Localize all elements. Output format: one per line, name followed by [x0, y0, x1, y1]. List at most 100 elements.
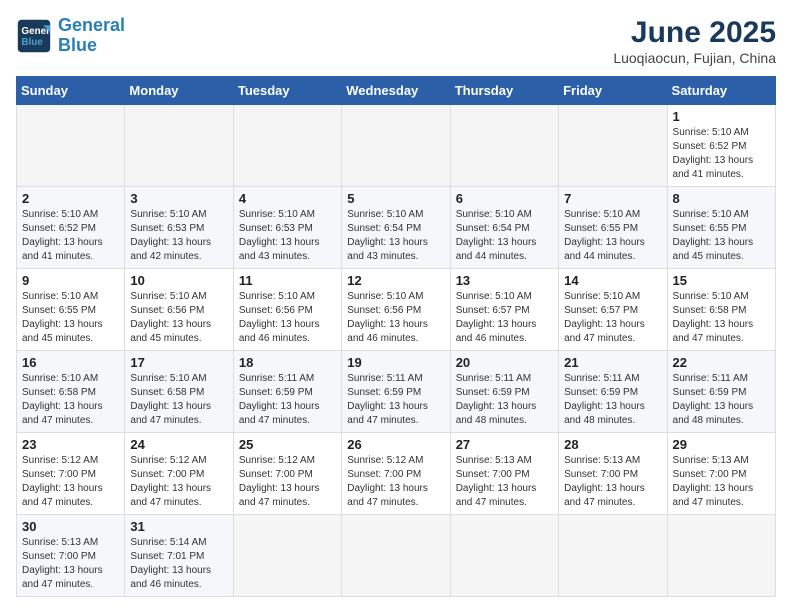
day-number: 19	[347, 355, 444, 370]
cell-content: Sunrise: 5:11 AMSunset: 6:59 PMDaylight:…	[673, 372, 770, 428]
day-header-friday: Friday	[559, 77, 667, 105]
calendar-cell: 14 Sunrise: 5:10 AMSunset: 6:57 PMDayligh…	[559, 269, 667, 351]
cell-content: Sunrise: 5:10 AMSunset: 6:57 PMDaylight:…	[564, 290, 661, 346]
calendar-cell: 23Sunrise: 5:12 AMSunset: 7:00 PMDayligh…	[17, 433, 125, 515]
day-number: 30	[22, 519, 119, 534]
day-number: 15	[673, 273, 770, 288]
calendar-cell: 13 Sunrise: 5:10 AMSunset: 6:57 PMDayligh…	[450, 269, 558, 351]
title-area: June 2025 Luoqiaocun, Fujian, China	[613, 16, 776, 66]
cell-content: Sunrise: 5:10 AMSunset: 6:58 PMDaylight:…	[130, 372, 227, 428]
day-number: 2	[22, 191, 119, 206]
day-number: 9	[22, 273, 119, 288]
cell-content: Sunrise: 5:11 AMSunset: 6:59 PMDaylight:…	[239, 372, 336, 428]
day-number: 10	[130, 273, 227, 288]
calendar-cell: 1Sunrise: 5:10 AMSunset: 6:52 PMDaylight…	[667, 105, 775, 187]
day-number: 25	[239, 437, 336, 452]
day-number: 24	[130, 437, 227, 452]
day-number: 14	[564, 273, 661, 288]
day-header-wednesday: Wednesday	[342, 77, 450, 105]
cell-content: Sunrise: 5:10 AMSunset: 6:52 PMDaylight:…	[22, 208, 119, 264]
day-number: 22	[673, 355, 770, 370]
cell-content: Sunrise: 5:12 AMSunset: 7:00 PMDaylight:…	[347, 454, 444, 510]
day-number: 3	[130, 191, 227, 206]
calendar-cell	[450, 105, 558, 187]
calendar-cell: 27Sunrise: 5:13 AMSunset: 7:00 PMDayligh…	[450, 433, 558, 515]
calendar-cell: 6Sunrise: 5:10 AMSunset: 6:54 PMDaylight…	[450, 187, 558, 269]
cell-content: Sunrise: 5:10 AMSunset: 6:55 PMDaylight:…	[22, 290, 119, 346]
calendar-week-row: 1Sunrise: 5:10 AMSunset: 6:52 PMDaylight…	[17, 105, 776, 187]
day-number: 7	[564, 191, 661, 206]
calendar-cell: 9 Sunrise: 5:10 AMSunset: 6:55 PMDaylight…	[17, 269, 125, 351]
calendar-cell: 25Sunrise: 5:12 AMSunset: 7:00 PMDayligh…	[233, 433, 341, 515]
cell-content: Sunrise: 5:12 AMSunset: 7:00 PMDaylight:…	[130, 454, 227, 510]
calendar-cell: 4 Sunrise: 5:10 AMSunset: 6:53 PMDaylight…	[233, 187, 341, 269]
calendar-cell: 5Sunrise: 5:10 AMSunset: 6:54 PMDaylight…	[342, 187, 450, 269]
location-title: Luoqiaocun, Fujian, China	[613, 50, 776, 66]
cell-content: Sunrise: 5:10 AMSunset: 6:54 PMDaylight:…	[347, 208, 444, 264]
cell-content: Sunrise: 5:10 AMSunset: 6:55 PMDaylight:…	[673, 208, 770, 264]
cell-content: Sunrise: 5:13 AMSunset: 7:00 PMDaylight:…	[564, 454, 661, 510]
day-header-tuesday: Tuesday	[233, 77, 341, 105]
day-number: 1	[673, 109, 770, 124]
day-number: 13	[456, 273, 553, 288]
day-header-sunday: Sunday	[17, 77, 125, 105]
calendar-week-row: 30 Sunrise: 5:13 AMSunset: 7:00 PMDayligh…	[17, 515, 776, 597]
cell-content: Sunrise: 5:10 AMSunset: 6:57 PMDaylight:…	[456, 290, 553, 346]
calendar-cell: 26 Sunrise: 5:12 AMSunset: 7:00 PMDayligh…	[342, 433, 450, 515]
calendar-cell: 11Sunrise: 5:10 AMSunset: 6:56 PMDayligh…	[233, 269, 341, 351]
calendar-cell: 8 Sunrise: 5:10 AMSunset: 6:55 PMDaylight…	[667, 187, 775, 269]
logo-text: General Blue	[58, 16, 125, 56]
day-number: 21	[564, 355, 661, 370]
calendar-cell: 30 Sunrise: 5:13 AMSunset: 7:00 PMDayligh…	[17, 515, 125, 597]
day-number: 18	[239, 355, 336, 370]
cell-content: Sunrise: 5:11 AMSunset: 6:59 PMDaylight:…	[456, 372, 553, 428]
calendar-cell: 18 Sunrise: 5:11 AMSunset: 6:59 PMDayligh…	[233, 351, 341, 433]
day-number: 8	[673, 191, 770, 206]
logo-icon: General Blue	[16, 18, 52, 54]
day-number: 26	[347, 437, 444, 452]
day-header-saturday: Saturday	[667, 77, 775, 105]
logo-general: General	[58, 15, 125, 35]
calendar-cell: 7 Sunrise: 5:10 AMSunset: 6:55 PMDaylight…	[559, 187, 667, 269]
calendar-week-row: 2 Sunrise: 5:10 AMSunset: 6:52 PMDaylight…	[17, 187, 776, 269]
calendar-cell: 24 Sunrise: 5:12 AMSunset: 7:00 PMDayligh…	[125, 433, 233, 515]
day-number: 17	[130, 355, 227, 370]
cell-content: Sunrise: 5:11 AMSunset: 6:59 PMDaylight:…	[564, 372, 661, 428]
cell-content: Sunrise: 5:10 AMSunset: 6:54 PMDaylight:…	[456, 208, 553, 264]
calendar-cell	[667, 515, 775, 597]
calendar-cell	[233, 105, 341, 187]
calendar-cell: 29 Sunrise: 5:13 AMSunset: 7:00 PMDayligh…	[667, 433, 775, 515]
cell-content: Sunrise: 5:14 AMSunset: 7:01 PMDaylight:…	[130, 536, 227, 592]
calendar-cell	[450, 515, 558, 597]
cell-content: Sunrise: 5:10 AMSunset: 6:58 PMDaylight:…	[673, 290, 770, 346]
day-header-thursday: Thursday	[450, 77, 558, 105]
calendar-week-row: 23Sunrise: 5:12 AMSunset: 7:00 PMDayligh…	[17, 433, 776, 515]
day-number: 28	[564, 437, 661, 452]
calendar-cell: 17 Sunrise: 5:10 AMSunset: 6:58 PMDayligh…	[125, 351, 233, 433]
calendar-week-row: 16 Sunrise: 5:10 AMSunset: 6:58 PMDayligh…	[17, 351, 776, 433]
calendar-cell	[342, 105, 450, 187]
calendar-cell: 22 Sunrise: 5:11 AMSunset: 6:59 PMDayligh…	[667, 351, 775, 433]
calendar-cell	[559, 515, 667, 597]
calendar-cell: 2 Sunrise: 5:10 AMSunset: 6:52 PMDaylight…	[17, 187, 125, 269]
calendar-cell: 3 Sunrise: 5:10 AMSunset: 6:53 PMDaylight…	[125, 187, 233, 269]
day-header-monday: Monday	[125, 77, 233, 105]
calendar-week-row: 9 Sunrise: 5:10 AMSunset: 6:55 PMDaylight…	[17, 269, 776, 351]
calendar-cell: 15 Sunrise: 5:10 AMSunset: 6:58 PMDayligh…	[667, 269, 775, 351]
logo-blue: Blue	[58, 35, 97, 55]
cell-content: Sunrise: 5:10 AMSunset: 6:55 PMDaylight:…	[564, 208, 661, 264]
day-number: 16	[22, 355, 119, 370]
calendar-cell: 16 Sunrise: 5:10 AMSunset: 6:58 PMDayligh…	[17, 351, 125, 433]
cell-content: Sunrise: 5:10 AMSunset: 6:56 PMDaylight:…	[239, 290, 336, 346]
cell-content: Sunrise: 5:10 AMSunset: 6:53 PMDaylight:…	[130, 208, 227, 264]
calendar-table: SundayMondayTuesdayWednesdayThursdayFrid…	[16, 76, 776, 597]
cell-content: Sunrise: 5:13 AMSunset: 7:00 PMDaylight:…	[22, 536, 119, 592]
day-number: 4	[239, 191, 336, 206]
cell-content: Sunrise: 5:10 AMSunset: 6:58 PMDaylight:…	[22, 372, 119, 428]
cell-content: Sunrise: 5:13 AMSunset: 7:00 PMDaylight:…	[673, 454, 770, 510]
calendar-cell: 20Sunrise: 5:11 AMSunset: 6:59 PMDayligh…	[450, 351, 558, 433]
cell-content: Sunrise: 5:10 AMSunset: 6:56 PMDaylight:…	[347, 290, 444, 346]
cell-content: Sunrise: 5:10 AMSunset: 6:53 PMDaylight:…	[239, 208, 336, 264]
calendar-cell: 12Sunrise: 5:10 AMSunset: 6:56 PMDayligh…	[342, 269, 450, 351]
day-number: 29	[673, 437, 770, 452]
